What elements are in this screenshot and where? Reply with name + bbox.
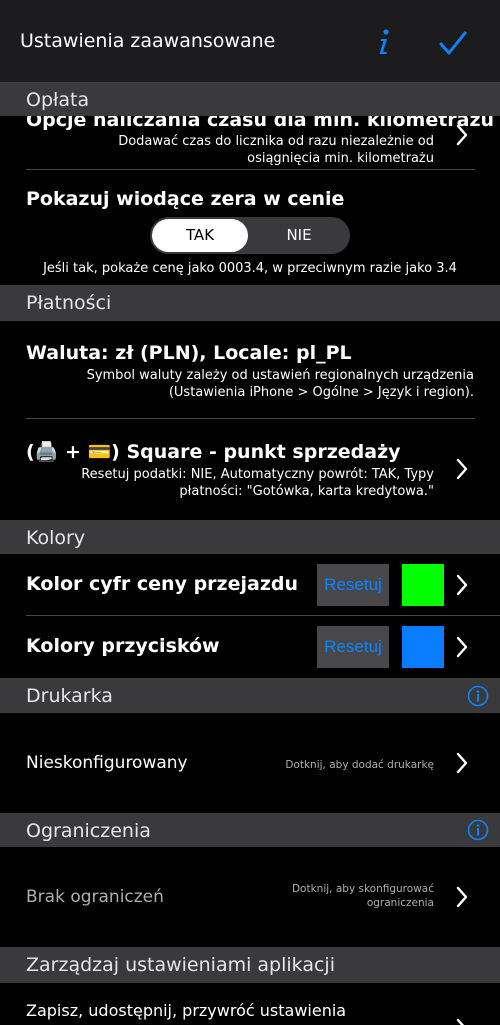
fare-digit-color-row[interactable]: Kolor cyfr ceny przejazdu Resetuj [0, 555, 500, 615]
square-sub-2: płatności: "Gotówka, karta kredytowa." [179, 484, 434, 499]
separator [26, 169, 475, 170]
chevron-right-icon [456, 458, 468, 480]
separator [26, 418, 475, 419]
section-title-restrictions: Ograniczenia [26, 820, 151, 842]
square-pos-subtitle: Resetuj podatki: NIE, Automatyczny powró… [14, 466, 434, 500]
button-colors-row[interactable]: Kolory przycisków Resetuj [0, 617, 500, 677]
chevron-right-icon [456, 574, 468, 596]
square-pos-title: (🖨️ + 💳) Square - punkt sprzedaży [26, 441, 401, 463]
restrictions-hint: Dotknij, aby skonfigurować ograniczenia [234, 882, 434, 910]
section-title-printer: Drukarka [26, 685, 113, 707]
section-header-fare: Opłata [0, 82, 500, 116]
section-header-payments: Płatności [0, 285, 500, 321]
button-colors-title: Kolory przycisków [26, 635, 220, 657]
leading-zeros-row: Pokazuj wiodące zera w cenie TAK NIE Jeś… [0, 172, 500, 284]
currency-subtitle: Symbol waluty zależy od ustawień regiona… [14, 367, 474, 401]
separator [26, 615, 500, 616]
square-pos-row[interactable]: (🖨️ + 💳) Square - punkt sprzedaży Resetu… [0, 420, 500, 519]
leading-zeros-segmented-control: TAK NIE [150, 217, 350, 254]
section-header-restrictions: Ograniczenia [0, 813, 500, 847]
fare-time-options-sub-2: osiągnięcia min. kilometrażu [247, 151, 434, 166]
currency-row: Waluta: zł (PLN), Locale: pl_PL Symbol w… [0, 322, 500, 418]
square-sub-1: Resetuj podatki: NIE, Automatyczny powró… [81, 467, 434, 482]
section-header-printer: Drukarka [0, 678, 500, 713]
fare-digit-color-swatch[interactable] [402, 564, 444, 606]
restrictions-hint-1: Dotknij, aby skonfigurować [291, 883, 434, 895]
restrictions-row[interactable]: Brak ograniczeń Dotknij, aby skonfigurow… [0, 848, 500, 946]
currency-sub-2: (Ustawienia iPhone > Ogólne > Język i re… [168, 385, 474, 400]
fare-time-options-sub-1: Dodawać czas do licznika od razu niezale… [118, 134, 434, 149]
navigation-bar: Ustawienia zaawansowane [0, 0, 500, 82]
section-title-payments: Płatności [26, 292, 112, 314]
section-title-manage: Zarządzaj ustawieniami aplikacji [26, 954, 335, 976]
printer-status: Nieskonfigurowany [26, 753, 188, 773]
manage-settings-title: Zapisz, udostępnij, przywróć ustawienia [26, 1001, 347, 1020]
segment-yes[interactable]: TAK [152, 219, 248, 252]
chevron-right-icon [456, 752, 468, 774]
restrictions-status: Brak ograniczeń [26, 887, 164, 907]
reset-button-colors-button[interactable]: Resetuj [317, 626, 389, 668]
page-title: Ustawienia zaawansowane [20, 30, 276, 52]
printer-row[interactable]: Nieskonfigurowany Dotknij, aby dodać dru… [0, 714, 500, 812]
info-icon [379, 29, 389, 54]
info-button[interactable] [374, 28, 394, 58]
leading-zeros-subtitle: Jeśli tak, pokaże cenę jako 0003.4, w pr… [43, 261, 457, 276]
section-title-colors: Kolory [26, 527, 86, 549]
leading-zeros-title: Pokazuj wiodące zera w cenie [26, 188, 345, 210]
printer-hint: Dotknij, aby dodać drukarkę [285, 759, 434, 771]
checkmark-icon [439, 31, 467, 55]
segment-no[interactable]: NIE [250, 219, 348, 252]
reset-fare-digit-color-button[interactable]: Resetuj [317, 564, 389, 606]
currency-title: Waluta: zł (PLN), Locale: pl_PL [26, 342, 352, 364]
fare-time-options-subtitle: Dodawać czas do licznika od razu niezale… [14, 133, 434, 167]
info-circle-icon[interactable] [467, 819, 489, 841]
section-header-colors: Kolory [0, 520, 500, 554]
chevron-right-icon [456, 124, 468, 146]
done-button[interactable] [438, 30, 468, 58]
currency-sub-1: Symbol waluty zależy od ustawień regiona… [86, 368, 474, 383]
button-colors-swatch[interactable] [402, 626, 444, 668]
chevron-right-icon [456, 886, 468, 908]
section-title-fare: Opłata [26, 89, 90, 111]
manage-settings-row[interactable]: Zapisz, udostępnij, przywróć ustawienia [0, 984, 500, 1025]
fare-digit-color-title: Kolor cyfr ceny przejazdu [26, 573, 299, 595]
section-header-manage: Zarządzaj ustawieniami aplikacji [0, 947, 500, 983]
restrictions-hint-2: ograniczenia [366, 897, 434, 909]
chevron-right-icon [456, 1018, 465, 1025]
chevron-right-icon [456, 636, 468, 658]
info-circle-icon[interactable] [467, 685, 489, 707]
